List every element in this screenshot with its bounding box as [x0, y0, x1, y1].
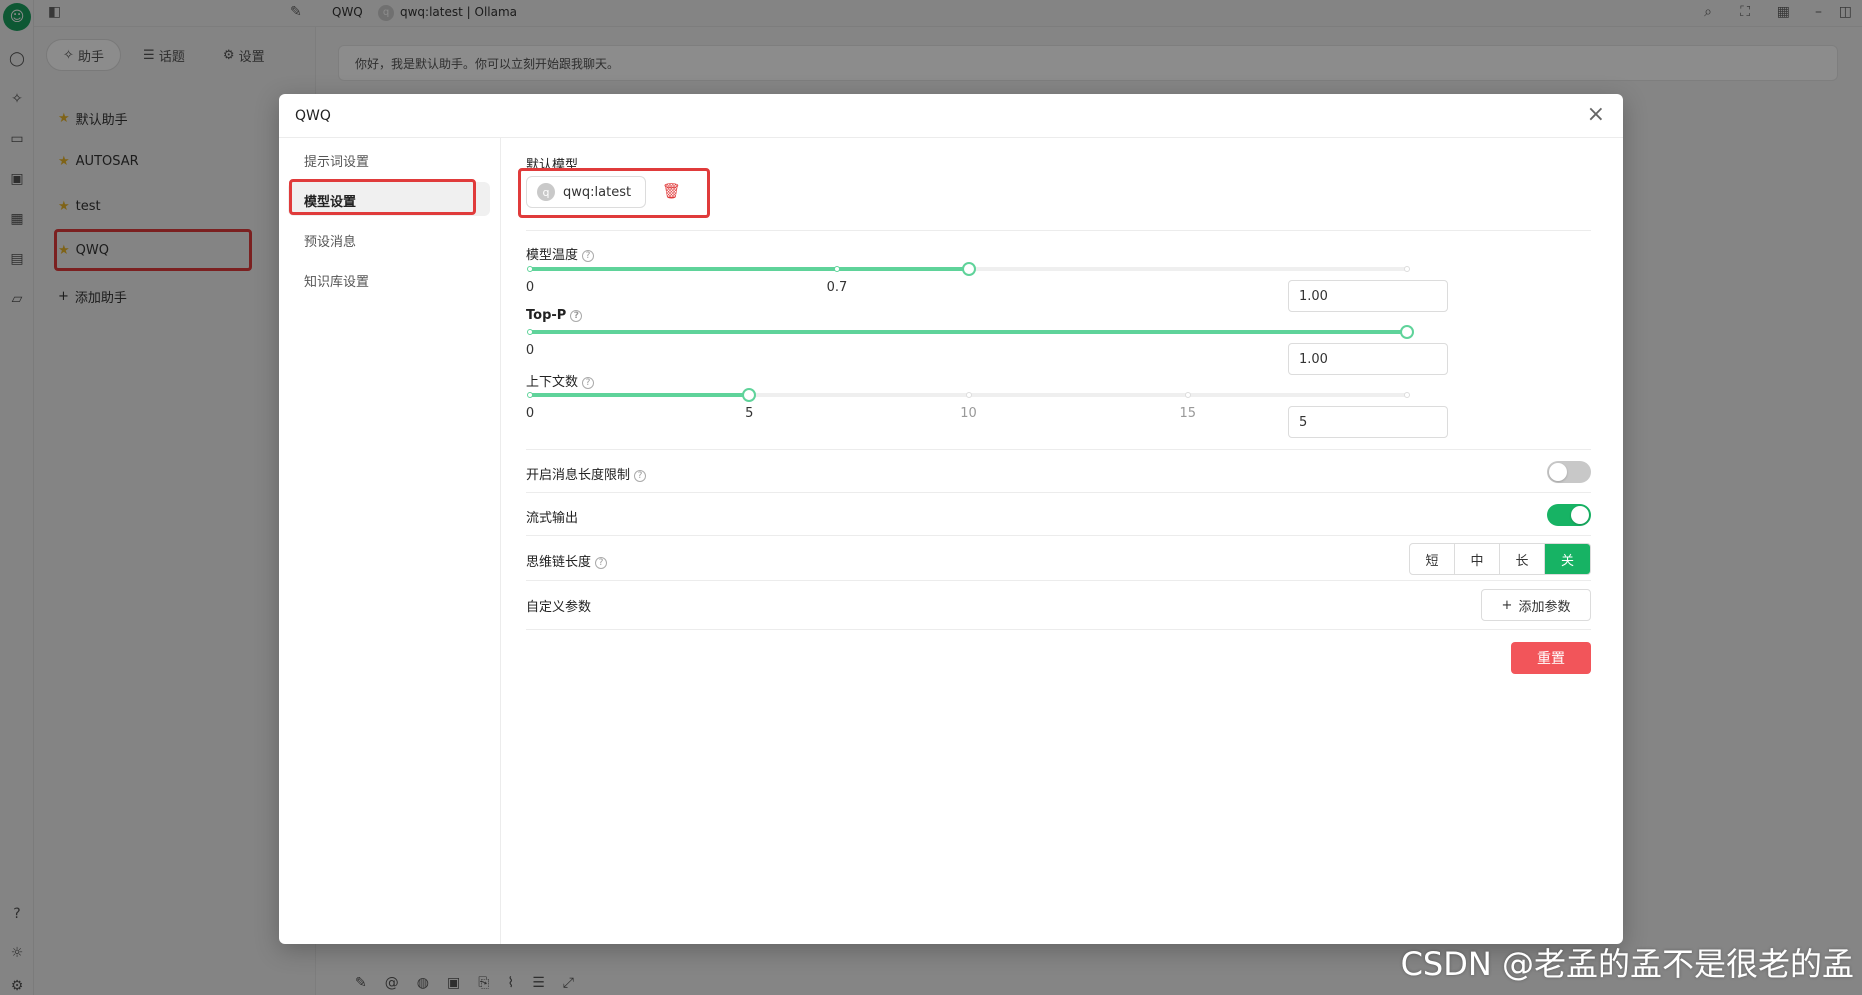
context-mark-label: 15 [1179, 406, 1197, 421]
nav-knowledge-settings[interactable]: 知识库设置 [288, 262, 490, 296]
slider-fill [530, 393, 750, 397]
slider-mark [1184, 392, 1191, 398]
top-p-min: 0 [525, 343, 535, 358]
divider [526, 230, 1591, 231]
slider-mark-mid [833, 266, 840, 272]
help-icon[interactable]: ? [570, 309, 583, 322]
temperature-label: 模型温度? [526, 244, 595, 263]
assistant-settings-modal: QWQ × 提示词设置 模型设置 预设消息 知识库设置 默认模型 q qwq:l… [279, 94, 1623, 944]
trash-icon[interactable]: 🗑 [662, 182, 681, 200]
temperature-mid: 0.7 [826, 280, 848, 295]
slider-mark-min [527, 266, 533, 272]
add-param-button[interactable]: + 添加参数 [1481, 589, 1591, 621]
custom-params-label: 自定义参数 [526, 600, 592, 615]
slider-mark [965, 392, 972, 398]
divider [526, 449, 1591, 450]
help-icon[interactable]: ? [595, 556, 608, 569]
top-p-label: Top-P? [526, 308, 583, 323]
slider-handle[interactable] [742, 388, 757, 402]
context-mark-label: 0 [525, 406, 535, 421]
help-icon[interactable]: ? [582, 376, 595, 389]
stream-output-toggle[interactable] [1547, 504, 1591, 526]
divider [526, 492, 1591, 493]
reasoning-length-label: 思维链长度? [526, 551, 608, 570]
temperature-input[interactable] [1288, 280, 1448, 312]
close-icon[interactable]: × [1587, 102, 1605, 127]
model-settings-panel: 默认模型 q qwq:latest 🗑 模型温度? 0 0.7 2 Top-P? [518, 138, 1591, 944]
divider [526, 580, 1591, 581]
modal-title: QWQ [295, 108, 331, 124]
help-icon[interactable]: ? [582, 249, 595, 262]
divider [526, 535, 1591, 536]
modal-header: QWQ × [279, 94, 1623, 138]
context-mark-label: 10 [960, 406, 977, 421]
default-model-name: qwq:latest [563, 184, 632, 200]
context-count-slider[interactable] [527, 388, 1410, 402]
message-length-limit-toggle[interactable] [1547, 461, 1591, 483]
option-off[interactable]: 关 [1545, 544, 1590, 574]
temperature-min: 0 [525, 280, 535, 295]
slider-handle[interactable] [961, 262, 976, 276]
option-medium[interactable]: 中 [1455, 544, 1500, 574]
watermark-text: CSDN @老孟的孟不是很老的孟 [1400, 945, 1854, 983]
reset-button[interactable]: 重置 [1511, 642, 1591, 674]
toggle-knob [1571, 506, 1589, 524]
temperature-slider[interactable] [527, 262, 1410, 276]
divider [526, 629, 1591, 630]
nav-preset-messages[interactable]: 预设消息 [288, 222, 490, 256]
context-count-input[interactable] [1288, 406, 1448, 438]
slider-mark-min [527, 329, 533, 335]
slider-mark-max [1404, 266, 1410, 272]
help-icon[interactable]: ? [634, 469, 647, 482]
message-length-limit-label: 开启消息长度限制? [526, 464, 647, 483]
modal-nav: 提示词设置 模型设置 预设消息 知识库设置 [279, 138, 501, 944]
plus-icon: + [1501, 597, 1513, 613]
top-p-slider[interactable] [527, 325, 1414, 339]
reasoning-length-segmented: 短 中 长 关 [1409, 543, 1591, 575]
toggle-knob [1549, 463, 1567, 481]
add-param-label: 添加参数 [1518, 599, 1571, 615]
slider-mark [1404, 392, 1410, 398]
nav-prompt-settings[interactable]: 提示词设置 [288, 142, 490, 176]
option-long[interactable]: 长 [1500, 544, 1545, 574]
slider-mark [527, 392, 533, 398]
default-model-label: 默认模型 [526, 158, 579, 173]
nav-model-settings[interactable]: 模型设置 [288, 182, 490, 216]
slider-fill [530, 267, 969, 271]
context-mark-label: 5 [745, 406, 754, 421]
top-p-input[interactable] [1288, 343, 1448, 375]
default-model-chip[interactable]: q qwq:latest [526, 176, 647, 208]
slider-handle[interactable] [1400, 325, 1414, 339]
stream-output-label: 流式输出 [526, 511, 579, 526]
model-avatar: q [537, 183, 555, 201]
slider-fill [530, 330, 1407, 334]
option-short[interactable]: 短 [1410, 544, 1455, 574]
